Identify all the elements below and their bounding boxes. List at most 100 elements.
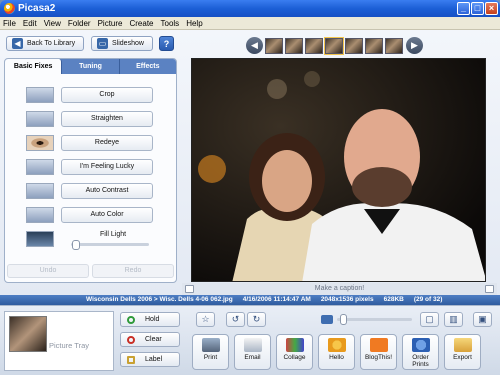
rotate-right-button[interactable]: ↻ — [247, 312, 266, 327]
zoom-slider-handle[interactable] — [340, 314, 347, 325]
status-dimensions: 2048x1536 pixels — [320, 296, 374, 303]
clear-icon — [127, 336, 135, 344]
rotate-left-button[interactable]: ↺ — [226, 312, 245, 327]
redeye-button[interactable]: Redeye — [61, 135, 153, 151]
filmstrip-thumb[interactable] — [345, 37, 363, 54]
contrast-preview-icon — [26, 183, 54, 199]
maximize-button[interactable]: □ — [471, 2, 484, 15]
crop-button[interactable]: Crop — [61, 87, 153, 103]
slideshow-icon: ▭ — [97, 38, 108, 49]
tray-thumbnail[interactable] — [9, 316, 47, 352]
straighten-button[interactable]: Straighten — [61, 111, 153, 127]
help-button[interactable]: ? — [159, 36, 174, 51]
status-path: Wisconsin Dells 2006 > Wisc. Dells 4-06 … — [86, 296, 233, 303]
fix-row-crop: Crop — [5, 87, 176, 103]
status-datetime: 4/16/2006 11:14:47 AM — [242, 296, 311, 303]
menu-edit[interactable]: Edit — [23, 19, 37, 28]
collage-button[interactable]: Collage — [276, 334, 313, 370]
filmstrip-thumb[interactable] — [365, 37, 383, 54]
menu-file[interactable]: File — [3, 19, 16, 28]
tab-effects[interactable]: Effects — [120, 59, 176, 74]
label-button[interactable]: Label — [120, 352, 180, 367]
menu-folder[interactable]: Folder — [68, 19, 91, 28]
hold-label: Hold — [145, 316, 160, 323]
color-preview-icon — [26, 207, 54, 223]
caption-left-icon[interactable] — [185, 285, 194, 293]
back-to-library-label: Back To Library — [27, 40, 76, 47]
filmstrip-thumb[interactable] — [305, 37, 323, 54]
single-view-button[interactable]: ▢ — [420, 312, 439, 327]
close-button[interactable]: × — [485, 2, 498, 15]
caption-right-icon[interactable] — [485, 285, 494, 293]
export-folder-icon — [453, 338, 472, 352]
printer-icon — [201, 338, 220, 352]
redo-button[interactable]: Redo — [92, 264, 174, 278]
blogger-icon — [369, 338, 388, 352]
minimize-button[interactable]: _ — [457, 2, 470, 15]
export-button[interactable]: Export — [444, 334, 481, 370]
export-label: Export — [453, 354, 472, 361]
collage-label: Collage — [283, 354, 306, 361]
photo-view[interactable] — [191, 58, 486, 282]
caption-bar[interactable]: Make a caption! — [182, 283, 497, 295]
slideshow-label: Slideshow — [112, 40, 144, 47]
fix-row-lucky: I'm Feeling Lucky — [5, 159, 176, 175]
undo-button[interactable]: Undo — [7, 264, 89, 278]
back-to-library-button[interactable]: ◀ Back To Library — [6, 36, 84, 51]
zoom-slider[interactable] — [337, 314, 412, 325]
zoom-icon — [321, 315, 333, 324]
fix-row-contrast: Auto Contrast — [5, 183, 176, 199]
print-button[interactable]: Print — [192, 334, 229, 370]
blogthis-label: BlogThis! — [364, 354, 393, 361]
previous-photo-button[interactable]: ◀ — [246, 37, 263, 54]
hello-icon — [327, 338, 346, 352]
crop-preview-icon — [26, 87, 54, 103]
title-bar: Picasa2 _ □ × — [0, 0, 500, 17]
menu-picture[interactable]: Picture — [98, 19, 123, 28]
order-prints-button[interactable]: Order Prints — [402, 334, 439, 370]
eye-icon — [26, 135, 54, 151]
filmstrip-thumb[interactable] — [265, 37, 283, 54]
back-arrow-icon: ◀ — [12, 38, 23, 49]
tab-tuning[interactable]: Tuning — [62, 59, 120, 74]
blogthis-button[interactable]: BlogThis! — [360, 334, 397, 370]
menu-create[interactable]: Create — [129, 19, 153, 28]
email-button[interactable]: Email — [234, 334, 271, 370]
menu-tools[interactable]: Tools — [161, 19, 180, 28]
photo-image — [192, 59, 485, 281]
order-prints-icon — [411, 338, 430, 352]
hold-icon — [127, 316, 135, 324]
fix-row-color: Auto Color — [5, 207, 176, 223]
filmstrip-thumb[interactable] — [285, 37, 303, 54]
fix-row-redeye: Redeye — [5, 135, 176, 151]
edit-panel: Basic Fixes Tuning Effects Crop Straight… — [4, 58, 177, 283]
auto-color-button[interactable]: Auto Color — [61, 207, 153, 223]
menu-help[interactable]: Help — [186, 19, 202, 28]
feeling-lucky-button[interactable]: I'm Feeling Lucky — [61, 159, 153, 175]
email-label: Email — [244, 354, 261, 361]
order-prints-label: Order Prints — [412, 354, 429, 368]
hold-button[interactable]: Hold — [120, 312, 180, 327]
clear-button[interactable]: Clear — [120, 332, 180, 347]
filmstrip: ◀ ▶ — [246, 36, 428, 55]
next-photo-button[interactable]: ▶ — [406, 37, 423, 54]
filmstrip-thumb-selected[interactable] — [324, 36, 344, 55]
menu-view[interactable]: View — [44, 19, 61, 28]
auto-contrast-button[interactable]: Auto Contrast — [61, 183, 153, 199]
fill-light-slider[interactable] — [71, 240, 149, 250]
straighten-preview-icon — [26, 111, 54, 127]
caption-placeholder[interactable]: Make a caption! — [315, 285, 364, 292]
picture-tray-label: Picture Tray — [49, 341, 90, 350]
picture-tray-area: Picture Tray Hold Clear Label ☆ ↺ ↻ ▢ ▥ … — [0, 305, 500, 375]
hello-button[interactable]: Hello — [318, 334, 355, 370]
compare-view-button[interactable]: ▥ — [444, 312, 463, 327]
color-view-button[interactable]: ▣ — [473, 312, 492, 327]
tab-basic-fixes[interactable]: Basic Fixes — [5, 59, 63, 74]
fill-light-slider-handle[interactable] — [72, 240, 80, 250]
picture-tray[interactable]: Picture Tray — [4, 311, 114, 371]
label-label: Label — [145, 356, 163, 363]
lucky-preview-icon — [26, 159, 54, 175]
filmstrip-thumb[interactable] — [385, 37, 403, 54]
slideshow-button[interactable]: ▭ Slideshow — [91, 36, 153, 51]
star-button[interactable]: ☆ — [196, 312, 215, 327]
